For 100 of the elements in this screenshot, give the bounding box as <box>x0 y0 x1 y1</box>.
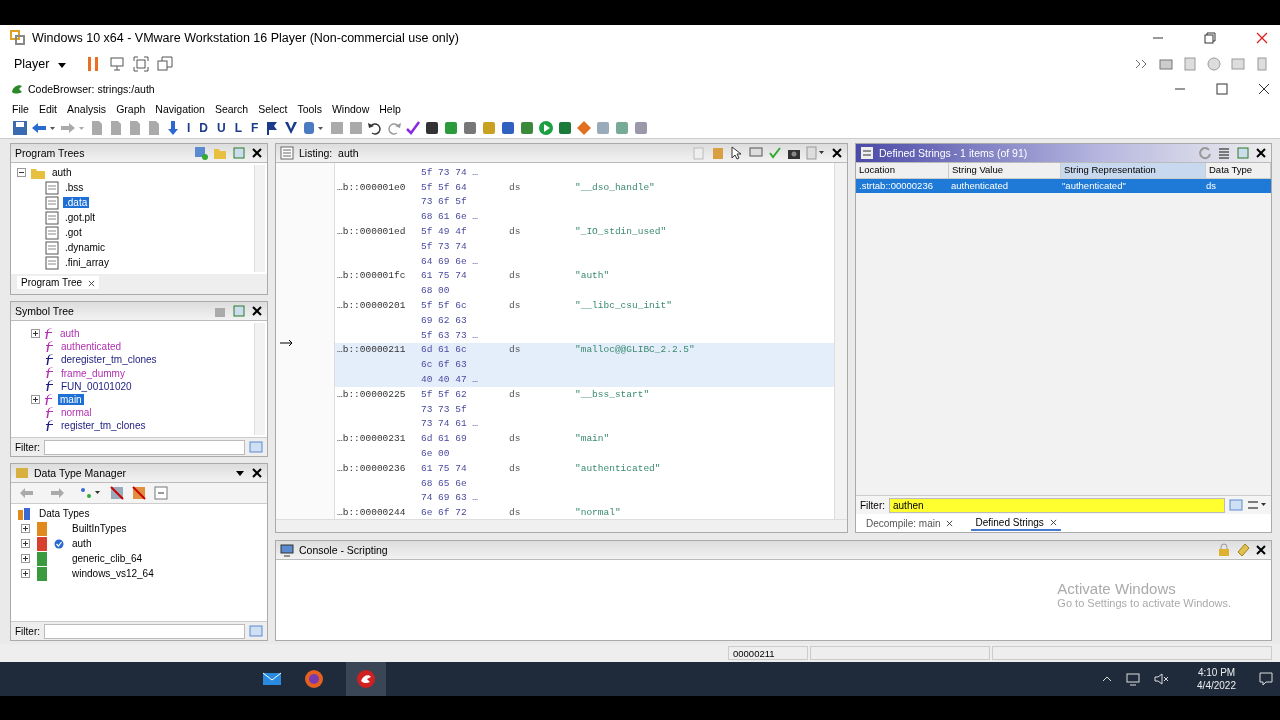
forward-arrow-icon[interactable] <box>60 120 86 136</box>
tree-item[interactable]: .dynamic <box>63 242 107 253</box>
tree-item[interactable]: .bss <box>63 182 86 193</box>
monitor-icon[interactable] <box>108 56 125 72</box>
expand-toggle[interactable] <box>21 539 30 548</box>
expand-toggle[interactable] <box>31 329 40 339</box>
toolbar-letter-button[interactable]: U <box>214 121 229 135</box>
column-header[interactable]: Data Type <box>1206 163 1271 178</box>
v-icon[interactable] <box>283 120 300 136</box>
diamond-icon[interactable] <box>576 120 593 136</box>
page-icon[interactable] <box>108 120 124 136</box>
table-row[interactable]: .strtab::00000236 authenticated "authenticated" ds <box>856 179 1271 193</box>
eraser-icon[interactable] <box>1236 543 1250 557</box>
device-icon[interactable] <box>1158 56 1174 72</box>
column-header[interactable]: Location <box>856 163 949 178</box>
clock-date[interactable]: 4/4/2022 <box>1197 679 1236 692</box>
tree-item[interactable]: Data Types <box>37 508 92 519</box>
scrollbar[interactable] <box>276 519 847 532</box>
filter-field[interactable] <box>44 439 245 455</box>
symbol-item[interactable]: register_tm_clones <box>59 420 148 432</box>
undo-icon[interactable] <box>367 120 384 136</box>
close-icon[interactable] <box>1049 519 1057 527</box>
symbol-item[interactable]: deregister_tm_clones <box>59 354 159 366</box>
back-arrow-icon[interactable] <box>31 120 57 136</box>
filter-field[interactable] <box>44 623 245 639</box>
tree-item[interactable]: auth <box>50 167 74 178</box>
symbol-item[interactable]: auth <box>58 328 82 340</box>
list-icon[interactable] <box>1217 146 1231 160</box>
menu-item[interactable]: Navigation <box>155 103 205 115</box>
notification-icon[interactable] <box>1258 671 1274 687</box>
menu-item[interactable]: Select <box>258 103 288 115</box>
toolbar-letter-button[interactable]: D <box>196 121 211 135</box>
close-icon[interactable] <box>251 467 263 479</box>
panel-tab[interactable]: Decompile: main <box>862 516 958 530</box>
refresh-icon[interactable] <box>1198 146 1212 160</box>
tree-item[interactable]: windows_vs12_64 <box>70 568 156 579</box>
close-icon[interactable] <box>1258 83 1270 95</box>
save-icon[interactable] <box>12 120 28 136</box>
layout-icon[interactable] <box>806 146 826 160</box>
paste-icon[interactable] <box>711 146 725 160</box>
menu-item[interactable]: Search <box>214 103 249 115</box>
close-icon[interactable] <box>251 147 263 159</box>
maximize-icon[interactable] <box>1216 83 1228 95</box>
windows-icon[interactable] <box>156 56 173 72</box>
player-menu[interactable]: Player <box>10 57 77 71</box>
symbol-item[interactable]: normal <box>59 407 94 419</box>
tree-item[interactable]: generic_clib_64 <box>70 553 145 564</box>
menu-item[interactable]: Edit <box>38 103 57 115</box>
down-arrow-icon[interactable] <box>165 120 181 136</box>
muted-speaker-icon[interactable] <box>1153 672 1170 686</box>
panel-tab[interactable]: Program Tree <box>17 276 100 289</box>
symbol-item[interactable]: main <box>58 394 84 406</box>
tree-item[interactable]: .got.plt <box>63 212 98 223</box>
browser-icon[interactable] <box>304 669 324 689</box>
menu-item[interactable]: Window <box>331 103 370 115</box>
close-icon[interactable] <box>1255 544 1267 556</box>
close-icon[interactable] <box>946 520 954 528</box>
close-icon[interactable] <box>831 147 843 159</box>
filter-field[interactable]: authen <box>889 497 1225 513</box>
page-icon[interactable] <box>89 120 105 136</box>
close-icon[interactable] <box>1255 147 1267 159</box>
expand-toggle[interactable] <box>21 569 30 578</box>
check-icon[interactable] <box>405 120 422 136</box>
expand-toggle[interactable] <box>21 554 30 563</box>
symbol-item[interactable]: authenticated <box>59 341 124 353</box>
expand-toggle[interactable] <box>31 395 40 405</box>
expand-toggle[interactable] <box>21 524 30 533</box>
clock-time[interactable]: 4:10 PM <box>1197 666 1236 679</box>
menu-item[interactable]: Analysis <box>67 103 107 115</box>
sliders-icon[interactable] <box>1247 498 1267 512</box>
symbol-item[interactable]: frame_dummy <box>59 367 127 379</box>
page-icon[interactable] <box>146 120 162 136</box>
network-icon[interactable] <box>1125 672 1142 686</box>
collapse-toggle[interactable] <box>17 168 26 177</box>
play-icon[interactable] <box>538 120 555 136</box>
tree-item[interactable]: BuiltInTypes <box>70 523 129 534</box>
scrollbar[interactable] <box>254 165 265 272</box>
toolbar-letter-button[interactable]: L <box>231 121 246 135</box>
restore-icon[interactable] <box>1204 31 1216 44</box>
menu-item[interactable]: Help <box>379 103 401 115</box>
close-icon[interactable] <box>88 279 96 287</box>
symbol-item[interactable]: FUN_00101020 <box>59 380 134 392</box>
collapse-icon[interactable] <box>153 485 169 501</box>
menu-item[interactable]: Graph <box>116 103 146 115</box>
crossed-out-icon[interactable] <box>109 485 125 501</box>
toolbar-letter-button[interactable]: I <box>184 121 194 135</box>
close-icon[interactable] <box>251 305 263 317</box>
tree-item[interactable]: .fini_array <box>63 257 111 268</box>
mail-icon[interactable] <box>262 671 282 687</box>
cursor-icon[interactable] <box>730 146 744 160</box>
menu-item[interactable]: Tools <box>297 103 322 115</box>
device-icon[interactable] <box>1206 56 1222 72</box>
menu-item[interactable]: File <box>12 103 29 115</box>
dragon-app-icon[interactable] <box>346 662 386 696</box>
scrollbar[interactable] <box>834 163 847 519</box>
check-icon[interactable] <box>768 146 782 160</box>
tree-item[interactable]: auth <box>70 538 94 549</box>
scrollbar[interactable] <box>254 323 265 435</box>
crossed-out-icon[interactable] <box>131 485 147 501</box>
panel-tab[interactable]: Defined Strings <box>971 515 1061 531</box>
